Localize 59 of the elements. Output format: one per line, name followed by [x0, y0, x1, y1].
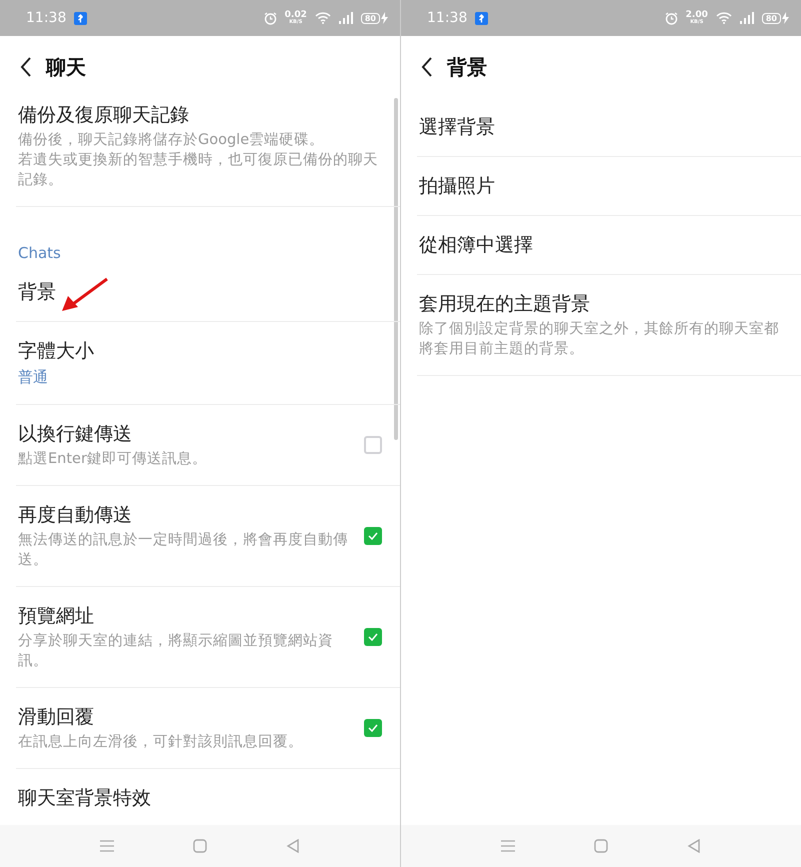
screen-title: 聊天	[46, 54, 86, 80]
battery-level: 80	[762, 12, 781, 24]
check-icon	[368, 724, 378, 732]
setting-title: 選擇背景	[419, 115, 495, 140]
check-icon	[368, 532, 378, 540]
setting-description: 在訊息上向左滑後，可針對該則訊息回覆。	[18, 732, 303, 752]
battery-level: 80	[360, 12, 380, 24]
signal-icon	[740, 12, 754, 24]
settings-item[interactable]: 套用現在的主題背景 除了個別設定背景的聊天室之外，其餘所有的聊天室都將套用目前主題的背景。	[417, 275, 801, 376]
setting-title: 備份及復原聊天記錄	[18, 103, 189, 128]
settings-item[interactable]: 拍攝照片	[417, 157, 801, 216]
menu-icon[interactable]	[100, 840, 114, 852]
network-speed: 2.00	[686, 11, 708, 20]
wifi-icon	[314, 12, 331, 24]
charging-icon	[782, 12, 789, 24]
setting-title: 套用現在的主題背景	[419, 292, 590, 317]
setting-title: 滑動回覆	[18, 705, 94, 730]
setting-title: 從相簿中選擇	[419, 233, 533, 258]
app-notification-icon	[475, 12, 488, 24]
setting-description: 點選Enter鍵即可傳送訊息。	[18, 450, 207, 469]
setting-description: 備份後，聊天記錄將儲存於Google雲端硬碟。	[18, 131, 324, 150]
charging-icon	[381, 12, 388, 24]
setting-title: 再度自動傳送	[18, 503, 132, 528]
setting-description: 若遺失或更換新的智慧手機時，也可復原已備份的聊天記錄。	[18, 150, 379, 190]
setting-title: 拍攝照片	[419, 174, 495, 199]
checkbox[interactable]	[364, 527, 382, 545]
screen-title: 背景	[447, 54, 487, 80]
back-nav-icon[interactable]	[286, 839, 300, 853]
checkbox[interactable]	[364, 628, 382, 646]
back-icon[interactable]	[421, 57, 433, 77]
back-icon[interactable]	[20, 57, 32, 77]
setting-title: 聊天室背景特效	[18, 786, 151, 811]
setting-description: 除了個別設定背景的聊天室之外，其餘所有的聊天室都將套用目前主題的背景。	[419, 320, 780, 359]
checkbox[interactable]	[364, 436, 382, 454]
home-icon[interactable]	[594, 839, 608, 853]
section-header: Chats	[18, 243, 61, 263]
setting-title: 以換行鍵傳送	[18, 422, 132, 447]
setting-description: 無法傳送的訊息於一定時間過後，將會再度自動傳送。	[18, 530, 348, 570]
settings-item[interactable]: 選擇背景	[417, 98, 801, 157]
alarm-icon	[664, 12, 678, 24]
back-nav-icon[interactable]	[687, 839, 702, 853]
checkbox[interactable]	[364, 719, 382, 737]
status-time: 11:38	[427, 10, 468, 26]
menu-icon[interactable]	[500, 840, 515, 852]
scrollbar[interactable]	[394, 98, 398, 440]
check-icon	[368, 633, 378, 641]
status-time: 11:38	[26, 10, 66, 26]
network-speed: 0.02	[284, 11, 307, 20]
app-notification-icon	[74, 12, 88, 24]
settings-item[interactable]: 從相簿中選擇	[417, 216, 801, 275]
wifi-icon	[716, 12, 732, 24]
setting-description: 分享於聊天室的連結，將顯示縮圖並預覽網站資訊。	[18, 632, 334, 671]
setting-title: 預覽網址	[18, 604, 94, 629]
setting-title: 背景	[18, 280, 56, 305]
alarm-icon	[264, 12, 277, 24]
setting-value: 普通	[18, 367, 48, 388]
signal-icon	[338, 12, 353, 24]
home-icon[interactable]	[192, 839, 207, 853]
setting-title: 字體大小	[18, 339, 94, 364]
